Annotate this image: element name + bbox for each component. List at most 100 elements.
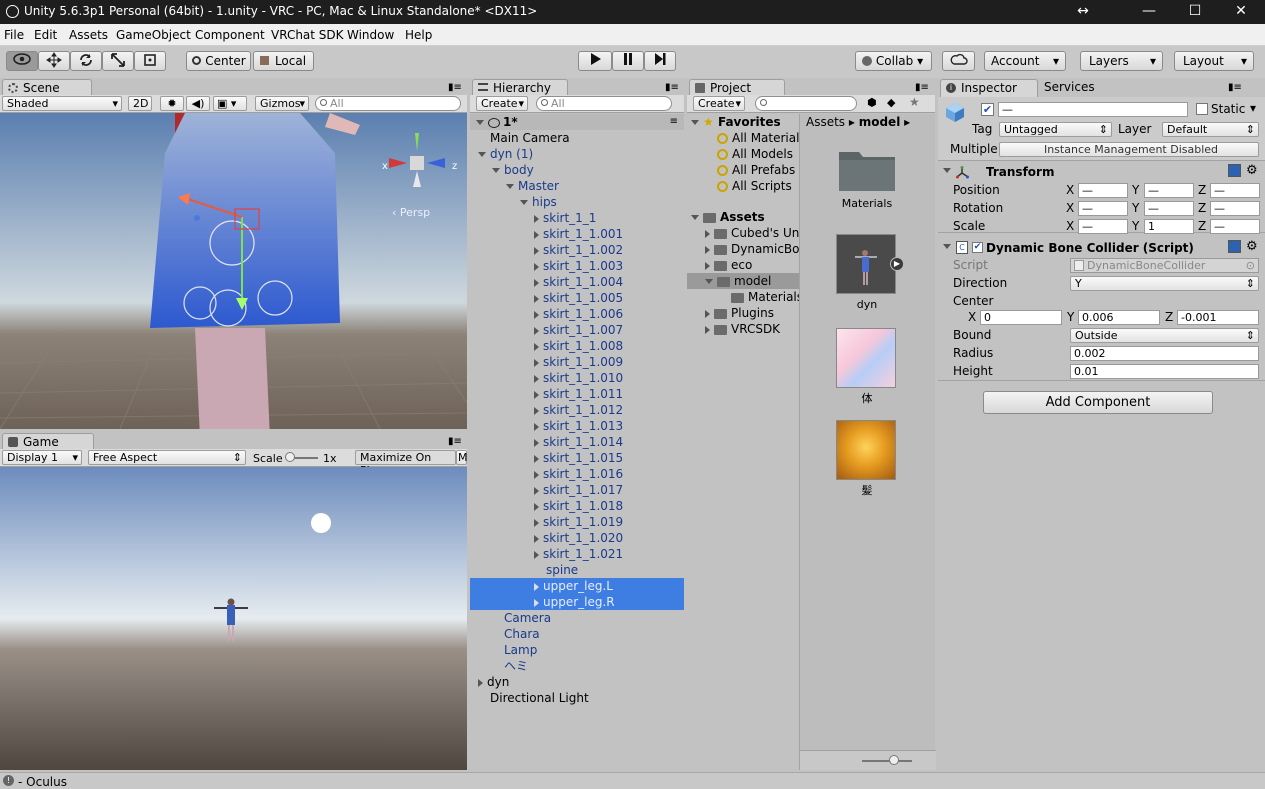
hierarchy-row[interactable]: skirt_1_1.005 — [470, 290, 684, 306]
maximize-button[interactable]: ☐ — [1172, 0, 1218, 24]
collapse-arrow-icon[interactable] — [534, 390, 539, 399]
collapse-arrow-icon[interactable] — [534, 454, 539, 463]
hierarchy-row[interactable]: skirt_1_1.007 — [470, 322, 684, 338]
gizmos-dropdown[interactable]: Gizmos ▾ — [255, 96, 309, 111]
hierarchy-row[interactable]: skirt_1_1.013 — [470, 418, 684, 434]
rotation-x-input[interactable]: — — [1078, 201, 1128, 216]
hierarchy-row[interactable]: upper_leg.L — [470, 578, 684, 594]
help-book-icon[interactable] — [1228, 240, 1241, 253]
active-checkbox[interactable]: ✔ — [981, 103, 994, 116]
menu-assets[interactable]: Assets — [69, 28, 108, 42]
collapse-arrow-icon[interactable] — [534, 486, 539, 495]
hierarchy-row[interactable]: Lamp — [470, 642, 684, 658]
hierarchy-row[interactable]: ヘミ — [470, 658, 684, 674]
scale-x-input[interactable]: — — [1078, 219, 1128, 234]
collapse-arrow-icon[interactable] — [534, 230, 539, 239]
rotate-tool-button[interactable] — [70, 51, 102, 71]
center-x-input[interactable]: 0 — [980, 310, 1062, 325]
hierarchy-row[interactable]: skirt_1_1.014 — [470, 434, 684, 450]
audio-toggle[interactable]: ◀) — [186, 96, 210, 111]
hierarchy-row[interactable]: Chara — [470, 626, 684, 642]
favorite-item[interactable]: All Scripts — [717, 178, 799, 194]
collapse-arrow-icon[interactable] — [534, 518, 539, 527]
asset-folder[interactable]: Materials — [731, 289, 799, 305]
position-x-input[interactable]: — — [1078, 183, 1128, 198]
hierarchy-search-input[interactable]: All — [536, 96, 672, 111]
hierarchy-row[interactable]: skirt_1_1.020 — [470, 530, 684, 546]
collapse-arrow-icon[interactable] — [534, 262, 539, 271]
add-component-button[interactable]: Add Component — [983, 391, 1213, 414]
breadcrumb-root[interactable]: Assets — [806, 115, 845, 129]
asset-thumb-model[interactable]: ▶ dyn — [836, 234, 904, 311]
rotation-z-input[interactable]: — — [1210, 201, 1260, 216]
hierarchy-row[interactable]: skirt_1_1.008 — [470, 338, 684, 354]
asset-folder[interactable]: Plugins — [705, 305, 799, 321]
hierarchy-row[interactable]: Main Camera — [470, 130, 684, 146]
collapse-arrow-icon[interactable] — [534, 438, 539, 447]
lighting-toggle[interactable]: ✹ — [160, 96, 184, 111]
asset-folder[interactable]: DynamicBone — [705, 241, 799, 257]
hierarchy-row[interactable]: Master — [470, 178, 684, 194]
expand-asset-icon[interactable]: ▶ — [890, 257, 904, 271]
hierarchy-row[interactable]: skirt_1_1.016 — [470, 466, 684, 482]
favorites-header[interactable]: ★ Favorites — [691, 114, 781, 130]
collapse-arrow-icon[interactable] — [534, 342, 539, 351]
rect-tool-button[interactable] — [134, 51, 166, 71]
move-tool-button[interactable] — [38, 51, 70, 71]
favorite-item[interactable]: All Materials — [717, 130, 799, 146]
center-z-input[interactable]: -0.001 — [1177, 310, 1259, 325]
cloud-button[interactable] — [942, 51, 975, 71]
collapse-arrow-icon[interactable] — [534, 470, 539, 479]
effects-dropdown[interactable]: ▣ ▾ — [213, 96, 247, 111]
component-enabled-checkbox[interactable]: ✔ — [972, 242, 983, 253]
pivot-local-button[interactable]: Local — [253, 51, 314, 71]
thumbnail-size-thumb[interactable] — [889, 755, 899, 765]
panel-menu-icon[interactable]: ▮≡ — [665, 82, 679, 93]
project-create-dropdown[interactable]: Create ▾ — [693, 96, 745, 111]
gear-icon[interactable]: ⚙ — [1246, 239, 1258, 254]
play-button[interactable] — [578, 51, 612, 71]
asset-thumb-texture-hair[interactable]: 髪 — [836, 420, 898, 498]
scene-header-row[interactable]: 1* ≡ — [470, 114, 684, 130]
panel-menu-icon[interactable]: ▮≡ — [1228, 82, 1242, 93]
maximize-on-play-toggle[interactable]: Maximize On Play — [355, 450, 456, 477]
favorite-star-icon[interactable]: ★ — [909, 95, 920, 109]
collapse-arrow-icon[interactable] — [534, 374, 539, 383]
menu-window[interactable]: Window — [347, 28, 394, 42]
bound-dropdown[interactable]: Outside ⇕ — [1070, 328, 1259, 343]
radius-input[interactable]: 0.002 — [1070, 346, 1259, 361]
asset-folder-selected[interactable]: model — [687, 273, 799, 289]
expand-arrow-icon[interactable] — [478, 152, 486, 157]
hierarchy-row[interactable]: upper_leg.R — [470, 594, 684, 610]
panel-menu-icon[interactable]: ▮≡ — [448, 82, 462, 93]
persp-label[interactable]: ‹ Persp — [392, 206, 430, 219]
collapse-arrow-icon[interactable] — [534, 214, 539, 223]
minimize-button[interactable]: — — [1126, 0, 1172, 24]
expand-arrow-icon[interactable] — [506, 184, 514, 189]
position-y-input[interactable]: — — [1144, 183, 1194, 198]
thumbnail-size-slider[interactable] — [862, 760, 912, 762]
aspect-dropdown[interactable]: Free Aspect ⇕ — [88, 450, 246, 465]
collider-header[interactable]: C ✔ Dynamic Bone Collider (Script) ⚙ — [938, 239, 1265, 257]
hierarchy-row[interactable]: skirt_1_1.001 — [470, 226, 684, 242]
menu-file[interactable]: File — [4, 28, 24, 42]
static-checkbox[interactable] — [1196, 103, 1208, 115]
height-input[interactable]: 0.01 — [1070, 364, 1259, 379]
view-tool-button[interactable] — [6, 51, 38, 71]
project-search-input[interactable] — [755, 96, 857, 111]
scene-search-input[interactable]: All — [315, 96, 461, 111]
object-name-input[interactable]: — — [998, 102, 1188, 117]
collapse-arrow-icon[interactable] — [534, 278, 539, 287]
position-z-input[interactable]: — — [1210, 183, 1260, 198]
scale-z-input[interactable]: — — [1210, 219, 1260, 234]
hierarchy-row[interactable]: skirt_1_1.006 — [470, 306, 684, 322]
collapse-arrow-icon[interactable] — [478, 678, 483, 687]
pivot-center-button[interactable]: Center — [186, 51, 251, 71]
tab-inspector[interactable]: i Inspector — [940, 79, 1038, 97]
expand-arrow-icon[interactable] — [492, 168, 500, 173]
panel-menu-icon[interactable]: ▮≡ — [448, 436, 462, 447]
layer-dropdown[interactable]: Default ⇕ — [1162, 122, 1259, 137]
hierarchy-row[interactable]: skirt_1_1.010 — [470, 370, 684, 386]
layout-dropdown[interactable]: Layout ▾ — [1174, 51, 1254, 71]
collapse-arrow-icon[interactable] — [534, 582, 539, 591]
